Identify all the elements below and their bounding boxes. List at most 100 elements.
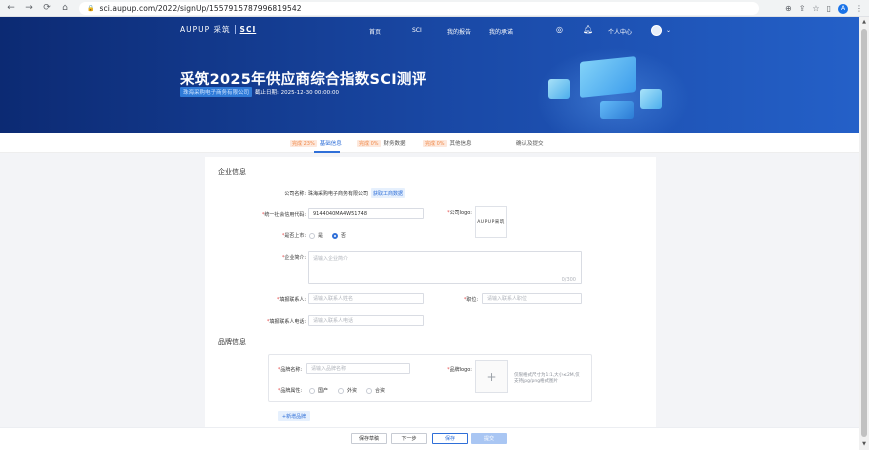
chevron-down-icon[interactable]: ⌄ [666, 27, 671, 34]
plus-icon: + [486, 369, 497, 384]
label-text: 公司logo: [449, 210, 472, 216]
nav-personal-center[interactable]: 个人中心 [608, 27, 632, 36]
brand-logo-label: *品牌logo: [447, 367, 472, 373]
page-scrollbar[interactable]: ▲ ▼ [859, 17, 869, 450]
home-icon[interactable]: ⌂ [58, 1, 72, 15]
phone-input[interactable]: 请输入联系人电话 [308, 315, 424, 326]
server-block-icon [640, 89, 662, 109]
intro-textarea[interactable]: 请输入企业简介 [308, 251, 582, 284]
brand-logo-hint: 仅限格式尺寸为1:1,大小≤2M,仅支持jpg/png格式图片 [514, 373, 580, 384]
fetch-business-data-button[interactable]: 获取工商数据 [371, 188, 405, 198]
radio-label: 外资 [347, 388, 358, 394]
submit-button[interactable]: 提交 [471, 433, 507, 444]
deadline-label: 截止日期: [255, 90, 279, 96]
server-block-icon [548, 79, 570, 99]
step-tabs: 完成 23% 基础信息 完成 0% 财务数据 完成 0% 其他信息 确认及提交 [0, 133, 859, 153]
phone-label: *填报联系人电话: [266, 319, 306, 325]
label-text: 企业简介: [284, 255, 306, 261]
radio-brand-domestic[interactable]: 国产 [309, 387, 328, 394]
zoom-icon[interactable]: ⊕ [785, 4, 792, 13]
deadline: 截止日期: 2025-12-30 00:00:00 [255, 88, 339, 96]
label-text: 统一社会信用代码: [264, 212, 306, 218]
label-text: 品牌logo: [449, 367, 472, 373]
tab-confirm-submit[interactable]: 确认及提交 [516, 139, 544, 147]
company-logo-image[interactable]: AUPUP采筑 [475, 206, 507, 238]
add-brand-button[interactable]: +新增品牌 [278, 411, 310, 421]
label-text: 职位: [466, 297, 478, 303]
section-company-info: 企业信息 [218, 168, 246, 176]
logo-divider [234, 25, 236, 34]
scroll-up-icon[interactable]: ▲ [861, 19, 867, 25]
radio-circle-icon [309, 232, 315, 239]
tab-financial-data[interactable]: 完成 0% 财务数据 [357, 139, 406, 147]
address-bar[interactable]: 🔒 sci.aupup.com/2022/signUp/155791578799… [79, 2, 759, 15]
step-label: 其他信息 [449, 141, 472, 147]
scroll-down-icon[interactable]: ▼ [861, 441, 867, 447]
next-button[interactable]: 下一步 [391, 433, 427, 444]
intro-label: *企业简介: [281, 255, 306, 261]
arrow-right-icon[interactable]: → [22, 1, 36, 15]
compass-icon[interactable]: ◎ [556, 25, 563, 34]
nav-my-promise[interactable]: 我的承诺 [489, 27, 513, 36]
server-block-icon [580, 56, 636, 98]
hero-banner: AUPUP 采筑 SCI 首页 SCI 我的报告 我的承诺 ◎ 🔔︎ 个人中心 … [0, 17, 859, 133]
radio-label: 否 [341, 233, 347, 239]
deadline-value: 2025-12-30 00:00:00 [280, 90, 340, 96]
tab-other-info[interactable]: 完成 0% 其他信息 [423, 139, 472, 147]
footer-actions: 保存草稿 下一步 保存 提交 [0, 427, 859, 450]
page-title: 采筑2025年供应商综合指数SCI测评 [180, 72, 427, 88]
arrow-left-icon[interactable]: ← [4, 1, 18, 15]
tab-basic-info[interactable]: 完成 23% 基础信息 [290, 139, 342, 147]
nav-home[interactable]: 首页 [369, 27, 381, 36]
listed-label: *是否上市: [281, 233, 306, 239]
active-tab-indicator [314, 151, 340, 153]
textarea-placeholder: 请输入企业简介 [313, 256, 349, 262]
reload-icon[interactable]: ⟳ [40, 1, 54, 15]
radio-listed-yes[interactable]: 是 [309, 232, 323, 239]
server-block-icon [600, 101, 634, 119]
brand-name-input[interactable]: 请输入品牌名称 [306, 363, 410, 374]
nav-sci[interactable]: SCI [412, 27, 422, 34]
radio-label: 是 [318, 233, 324, 239]
kebab-menu-icon[interactable]: ⋮ [855, 4, 863, 13]
site-logo[interactable]: AUPUP 采筑 SCI [180, 24, 256, 35]
radio-label: 合资 [375, 388, 386, 394]
share-icon[interactable]: ⇪ [799, 4, 806, 13]
label-text: 品牌属性: [280, 388, 302, 394]
bell-icon[interactable]: 🔔︎ [583, 25, 593, 34]
radio-brand-foreign[interactable]: 外资 [338, 387, 357, 394]
logo-sci: SCI [239, 25, 257, 34]
step-label: 财务数据 [383, 141, 406, 147]
contact-label: *填报联系人: [276, 297, 306, 303]
star-icon[interactable]: ☆ [812, 4, 819, 13]
position-input[interactable]: 请输入联系人职位 [482, 293, 582, 304]
step-progress: 完成 0% [423, 139, 447, 147]
lock-icon: 🔒 [87, 5, 95, 12]
logo-text: AUPUP 采筑 [180, 25, 231, 34]
radio-brand-joint[interactable]: 合资 [366, 387, 385, 394]
radio-listed-no[interactable]: 否 [332, 232, 346, 239]
scroll-thumb[interactable] [861, 29, 867, 437]
intro-counter: 0/300 [561, 277, 576, 283]
browser-actions: ⊕ ⇪ ☆ ▯ A ⋮ [785, 2, 863, 15]
step-label: 基础信息 [319, 141, 342, 147]
credit-code-input[interactable]: 9144040MA4W51748 [308, 208, 424, 219]
save-button[interactable]: 保存 [432, 433, 468, 444]
save-draft-button[interactable]: 保存草稿 [351, 433, 387, 444]
section-brand-info: 品牌信息 [218, 338, 246, 346]
company-name-label: 公司名称: [250, 190, 306, 197]
company-logo-label: *公司logo: [447, 210, 472, 216]
sidebar-icon[interactable]: ▯ [827, 4, 831, 13]
step-progress: 完成 23% [290, 139, 317, 147]
label-text: 填报联系人电话: [269, 319, 306, 325]
company-tag: 珠海采购电子商务有限公司 [180, 87, 253, 97]
brand-type-label: *品牌属性: [277, 388, 302, 394]
brand-logo-upload[interactable]: + [475, 360, 508, 393]
label-text: 是否上市: [284, 233, 306, 239]
contact-name-input[interactable]: 请输入联系人姓名 [308, 293, 424, 304]
step-label: 确认及提交 [516, 141, 544, 147]
radio-circle-icon [309, 387, 315, 394]
profile-avatar[interactable]: A [838, 3, 848, 14]
user-avatar[interactable] [651, 25, 662, 36]
nav-my-report[interactable]: 我的报告 [447, 27, 471, 36]
